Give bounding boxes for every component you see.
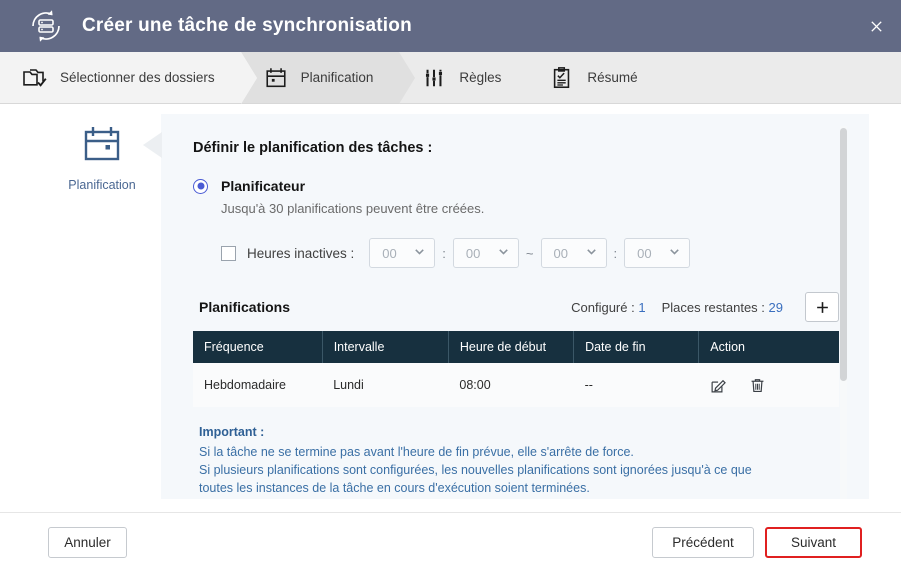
trash-icon[interactable] xyxy=(749,377,766,394)
chevron-down-icon xyxy=(497,245,510,261)
scheduler-radio[interactable] xyxy=(193,178,208,194)
step-label: Planification xyxy=(68,178,136,192)
tab-label: Sélectionner des dossiers xyxy=(60,70,215,85)
time-separator: : xyxy=(442,245,446,261)
tab-label: Résumé xyxy=(587,70,638,85)
calendar-icon xyxy=(56,122,148,166)
inactive-start-minute-select[interactable]: 00 xyxy=(452,238,519,268)
chevron-down-icon xyxy=(585,245,598,261)
col-date-fin: Date de fin xyxy=(573,331,700,363)
tab-select-folders[interactable]: Sélectionner des dossiers xyxy=(0,52,257,104)
close-icon[interactable] xyxy=(861,11,891,41)
inactive-hours-label: Heures inactives : xyxy=(247,245,355,261)
window-title: Créer une tâche de synchronisation xyxy=(82,15,412,36)
scheduler-label: Planificateur xyxy=(221,178,306,194)
schedules-table: Fréquence Intervalle Heure de début Date… xyxy=(193,331,839,407)
tab-planification[interactable]: Planification xyxy=(240,52,416,104)
scheduler-option[interactable]: Planificateur xyxy=(193,178,839,194)
wizard-tab-strip: Sélectionner des dossiers Planification xyxy=(0,52,901,104)
table-row: Hebdomadaire Lundi 08:00 -- xyxy=(193,363,839,407)
clipboard-check-icon xyxy=(549,65,575,91)
tab-regles[interactable]: Règles xyxy=(399,52,527,103)
select-value: 00 xyxy=(382,245,397,261)
add-schedule-button[interactable] xyxy=(805,292,839,322)
col-heure-debut: Heure de début xyxy=(448,331,575,363)
important-line-1: Si la tâche ne se termine pas avant l'he… xyxy=(199,445,634,459)
step-indicator: Planification xyxy=(56,122,148,192)
schedule-panel: Définir le planification des tâches : Pl… xyxy=(161,114,869,499)
wizard-footer: Annuler Précédent Suivant xyxy=(0,512,901,571)
inactive-end-hour-select[interactable]: 00 xyxy=(540,238,607,268)
next-button[interactable]: Suivant xyxy=(765,526,862,558)
schedules-header: Planifications Configuré : 1 Places rest… xyxy=(199,292,839,322)
configured-count: Configuré : 1 xyxy=(571,300,645,315)
cancel-button[interactable]: Annuler xyxy=(48,526,127,558)
cell-action xyxy=(698,363,839,407)
tab-label: Planification xyxy=(300,70,374,85)
inactive-end-minute-select[interactable]: 00 xyxy=(624,238,691,268)
page-title: Définir le planification des tâches : xyxy=(193,140,433,156)
configured-label: Configuré : xyxy=(571,299,635,315)
col-action: Action xyxy=(698,331,839,363)
configured-value: 1 xyxy=(638,299,646,315)
important-line-2: Si plusieurs planifications sont configu… xyxy=(199,463,752,478)
tab-label: Règles xyxy=(459,70,502,85)
time-separator: : xyxy=(613,245,618,261)
sync-database-icon xyxy=(26,6,66,46)
calendar-icon xyxy=(263,65,289,91)
important-notice: Important : Si la tâche ne se termine pa… xyxy=(199,425,839,497)
inactive-start-hour-select[interactable]: 00 xyxy=(369,238,436,268)
chevron-down-icon xyxy=(668,245,681,261)
inactive-hours-row: Heures inactives : 00 : 00 ~ 00: 00 xyxy=(221,238,839,268)
col-intervalle: Intervalle xyxy=(322,331,449,363)
previous-button[interactable]: Précédent xyxy=(652,526,754,558)
select-value: 00 xyxy=(553,245,568,261)
scheduler-note: Jusqu'à 30 planifications peuvent être c… xyxy=(221,201,485,216)
important-line-3: toutes les instances de la tâche en cour… xyxy=(199,481,590,496)
remaining-value: 29 xyxy=(768,299,783,315)
wizard-body: Planification Définir le planification d… xyxy=(0,104,901,512)
sliders-icon xyxy=(421,65,447,91)
cell-date-fin: -- xyxy=(573,363,699,407)
cell-heure-debut: 08:00 xyxy=(448,363,574,407)
important-title: Important : xyxy=(199,425,265,439)
col-frequence: Fréquence xyxy=(193,331,323,363)
panel-pointer xyxy=(143,132,162,158)
inactive-hours-checkbox[interactable] xyxy=(221,245,236,261)
cell-intervalle: Lundi xyxy=(322,363,449,407)
folder-check-icon xyxy=(22,65,48,91)
select-value: 00 xyxy=(637,245,652,261)
remaining-label: Places restantes : xyxy=(661,299,765,315)
select-value: 00 xyxy=(465,245,481,261)
range-separator: ~ xyxy=(525,245,534,261)
panel-scrollbar[interactable] xyxy=(840,126,847,499)
cell-frequence: Hebdomadaire xyxy=(193,363,323,407)
wizard-window: Créer une tâche de synchronisation Sélec… xyxy=(0,0,901,571)
schedules-title: Planifications xyxy=(199,299,291,315)
chevron-down-icon xyxy=(413,245,426,261)
edit-pencil-icon[interactable] xyxy=(710,377,727,394)
table-header-row: Fréquence Intervalle Heure de début Date… xyxy=(193,331,839,363)
title-bar: Créer une tâche de synchronisation xyxy=(0,0,901,52)
remaining-count: Places restantes : 29 xyxy=(662,300,783,315)
tab-resume[interactable]: Résumé xyxy=(527,52,663,103)
scrollbar-thumb[interactable] xyxy=(840,128,847,381)
